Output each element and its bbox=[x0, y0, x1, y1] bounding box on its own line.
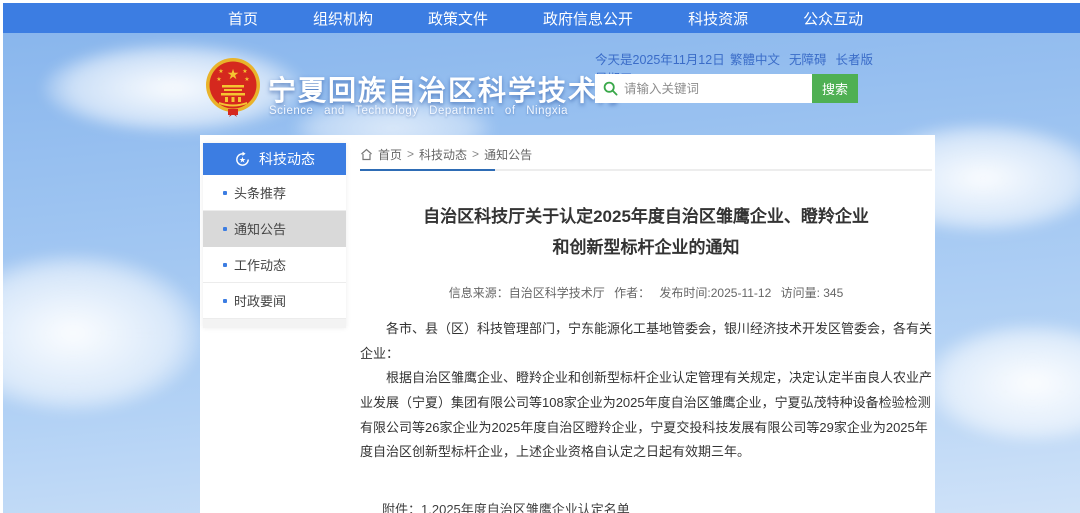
article-paragraph: 根据自治区雏鹰企业、瞪羚企业和创新型标杆企业认定管理有关规定，决定认定半亩良人农… bbox=[360, 366, 932, 465]
bullet-icon bbox=[223, 227, 227, 231]
top-navigation: 首页 组织机构 政策文件 政府信息公开 科技资源 公众互动 bbox=[3, 3, 1080, 33]
meta-author: 作者： bbox=[614, 286, 650, 300]
sidebar: ★ 科技动态 头条推荐 通知公告 工作动态 时政要闻 bbox=[203, 143, 346, 328]
article-title-line2: 和创新型标杆企业的通知 bbox=[360, 232, 932, 263]
sidebar-item-label: 头条推荐 bbox=[234, 183, 286, 202]
breadcrumb-divider-accent bbox=[360, 169, 495, 171]
svg-text:★: ★ bbox=[244, 76, 249, 83]
attachments-label: 附件： bbox=[382, 499, 421, 513]
breadcrumb-notices[interactable]: 通知公告 bbox=[484, 146, 532, 163]
nav-item-public-interaction[interactable]: 公众互动 bbox=[803, 8, 863, 29]
search-box bbox=[595, 74, 812, 103]
svg-text:★: ★ bbox=[218, 68, 223, 75]
site-header: ★ ★ ★ ★ ★ 宁夏回族自治区科学技术厅 Science and Techn… bbox=[0, 33, 1080, 135]
search-input[interactable] bbox=[624, 82, 804, 96]
breadcrumb-separator: > bbox=[407, 147, 414, 161]
main-content: 首页 > 科技动态 > 通知公告 自治区科技厅关于认定2025年度自治区雏鹰企业… bbox=[360, 143, 932, 513]
search-bar: 搜索 bbox=[595, 74, 858, 103]
cloud-decoration bbox=[0, 253, 203, 413]
sidebar-title: 科技动态 bbox=[259, 149, 315, 169]
breadcrumb-home[interactable]: 首页 bbox=[378, 146, 402, 163]
article-meta: 信息来源：自治区科学技术厅 作者： 发布时间:2025-11-12 访问量: 3… bbox=[360, 284, 932, 301]
nav-item-home[interactable]: 首页 bbox=[228, 8, 258, 29]
article-body: 各市、县（区）科技管理部门，宁东能源化工基地管委会，银川经济技术开发区管委会，各… bbox=[360, 317, 932, 465]
sidebar-item-politics-news[interactable]: 时政要闻 bbox=[203, 283, 346, 319]
sidebar-item-notices[interactable]: 通知公告 bbox=[203, 211, 346, 247]
national-emblem-logo: ★ ★ ★ ★ ★ bbox=[205, 57, 261, 121]
sidebar-item-work-news[interactable]: 工作动态 bbox=[203, 247, 346, 283]
breadcrumb-separator: > bbox=[472, 147, 479, 161]
nav-item-tech-resources[interactable]: 科技资源 bbox=[688, 8, 748, 29]
refresh-star-icon: ★ bbox=[234, 151, 251, 168]
attachment-link-1[interactable]: 1.2025年度自治区雏鹰企业认定名单 bbox=[421, 499, 669, 513]
bullet-icon bbox=[223, 263, 227, 267]
bullet-icon bbox=[223, 299, 227, 303]
search-button[interactable]: 搜索 bbox=[812, 74, 858, 103]
content-panel: ★ 科技动态 头条推荐 通知公告 工作动态 时政要闻 bbox=[200, 135, 935, 513]
home-icon bbox=[360, 148, 373, 161]
sidebar-header: ★ 科技动态 bbox=[203, 143, 346, 175]
article-title-line1: 自治区科技厅关于认定2025年度自治区雏鹰企业、瞪羚企业 bbox=[360, 201, 932, 232]
attachments: 附件： 1.2025年度自治区雏鹰企业认定名单 2.2025年度自治区瞪羚企业认… bbox=[382, 499, 932, 513]
nav-item-organization[interactable]: 组织机构 bbox=[313, 8, 373, 29]
sidebar-item-label: 通知公告 bbox=[234, 219, 286, 238]
sidebar-item-headlines[interactable]: 头条推荐 bbox=[203, 175, 346, 211]
breadcrumb: 首页 > 科技动态 > 通知公告 bbox=[360, 143, 932, 165]
meta-views: 访问量: 345 bbox=[781, 286, 844, 300]
search-icon bbox=[603, 81, 618, 96]
cloud-decoration bbox=[923, 323, 1080, 443]
breadcrumb-tech-news[interactable]: 科技动态 bbox=[419, 146, 467, 163]
meta-publish-time: 发布时间:2025-11-12 bbox=[659, 286, 771, 300]
nav-item-policy-documents[interactable]: 政策文件 bbox=[428, 8, 488, 29]
svg-text:★: ★ bbox=[242, 68, 247, 75]
nav-item-gov-info-disclosure[interactable]: 政府信息公开 bbox=[543, 8, 633, 29]
page: 首页 组织机构 政策文件 政府信息公开 科技资源 公众互动 ★ ★ ★ ★ ★ … bbox=[0, 0, 1080, 513]
article-paragraph: 各市、县（区）科技管理部门，宁东能源化工基地管委会，银川经济技术开发区管委会，各… bbox=[360, 317, 932, 366]
site-title: 宁夏回族自治区科学技术厅 bbox=[268, 69, 628, 109]
svg-text:★: ★ bbox=[239, 155, 246, 164]
attachments-list: 1.2025年度自治区雏鹰企业认定名单 2.2025年度自治区瞪羚企业认定名单 … bbox=[421, 499, 669, 513]
article-title: 自治区科技厅关于认定2025年度自治区雏鹰企业、瞪羚企业 和创新型标杆企业的通知 bbox=[360, 201, 932, 264]
bullet-icon bbox=[223, 191, 227, 195]
sidebar-item-label: 时政要闻 bbox=[234, 291, 286, 310]
svg-text:★: ★ bbox=[216, 76, 221, 83]
breadcrumb-divider bbox=[360, 169, 932, 171]
sidebar-footer bbox=[203, 319, 346, 328]
meta-source: 信息来源：自治区科学技术厅 bbox=[449, 286, 605, 300]
svg-text:★: ★ bbox=[227, 66, 240, 82]
sidebar-item-label: 工作动态 bbox=[234, 255, 286, 274]
site-subtitle: Science and Technology Department of Nin… bbox=[269, 105, 568, 117]
